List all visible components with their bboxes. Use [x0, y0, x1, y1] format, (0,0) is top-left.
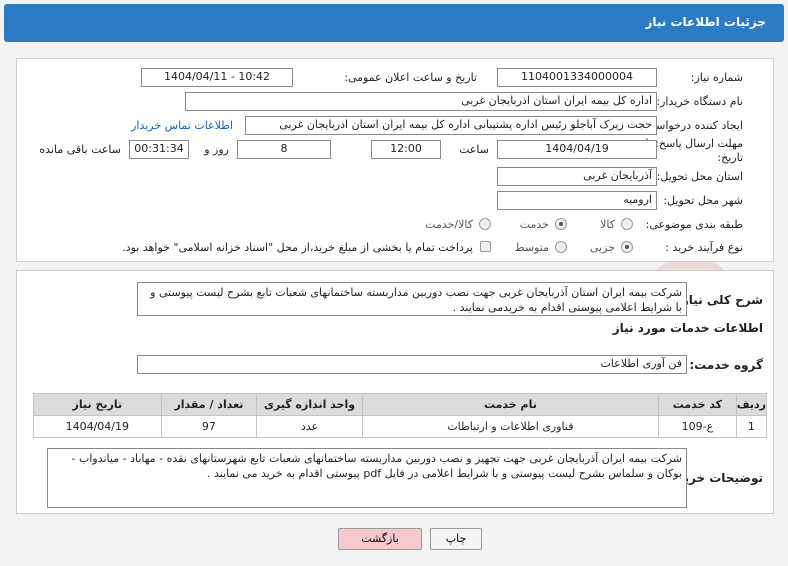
- announce-label: تاریخ و ساعت اعلان عمومی:: [344, 71, 477, 84]
- need-info-panel: شماره نیاز: 1104001334000004 تاریخ و ساع…: [16, 58, 774, 262]
- col-header-need-date: تاریخ نیاز: [33, 393, 162, 416]
- table-row: 1 ع-109 فناوری اطلاعات و ارتباطات عدد 97…: [33, 415, 768, 438]
- service-group-label: گروه خدمت:: [689, 358, 763, 372]
- days-label: روز و: [204, 143, 229, 156]
- category-radio-goods[interactable]: [621, 218, 633, 230]
- cell-unit: عدد: [256, 415, 363, 438]
- category-option-service: خدمت: [519, 218, 549, 231]
- services-table: ردیف کد خدمت نام خدمت واحد اندازه گیری ت…: [33, 393, 768, 438]
- process-radio-medium[interactable]: [555, 241, 567, 253]
- remaining-time-field[interactable]: 00:31:34: [129, 140, 189, 159]
- payment-note: پرداخت تمام یا بخشی از مبلغ خرید،از محل …: [122, 241, 473, 254]
- cell-service-code: ع-109: [658, 415, 737, 438]
- deadline-time-field[interactable]: 12:00: [371, 140, 441, 159]
- process-label: نوع فرآیند خرید :: [665, 241, 743, 254]
- need-details-panel: شرح کلی نیاز: شرکت بیمه ایران استان آذرب…: [16, 270, 774, 514]
- summary-label: شرح کلی نیاز:: [677, 293, 763, 307]
- remaining-time-label: ساعت باقی مانده: [39, 143, 121, 156]
- province-label: استان محل تحویل:: [656, 170, 743, 183]
- buyer-notes-textarea[interactable]: شرکت بیمه ایران آذربایجان غربی جهت تجهیز…: [47, 448, 687, 508]
- need-number-field[interactable]: 1104001334000004: [497, 68, 657, 87]
- announce-datetime-field[interactable]: 1404/04/11 - 10:42: [141, 68, 293, 87]
- cell-quantity: 97: [160, 415, 258, 438]
- deadline-date-field[interactable]: 1404/04/19: [497, 140, 657, 159]
- summary-textarea[interactable]: شرکت بیمه ایران استان آذربایجان غربی جهت…: [137, 282, 687, 316]
- city-label: شهر محل تحویل:: [663, 194, 743, 207]
- back-button[interactable]: بازگشت: [338, 528, 422, 550]
- category-radio-service[interactable]: [555, 218, 567, 230]
- city-field[interactable]: ارومیه: [497, 191, 657, 210]
- deadline-label: مهلت ارسال پاسخ: تا: [645, 137, 743, 150]
- category-option-goods-service: کالا/خدمت: [425, 218, 473, 231]
- process-option-medium: متوسط: [514, 241, 549, 254]
- process-option-minor: جزیی: [589, 241, 615, 254]
- need-number-label: شماره نیاز:: [690, 71, 743, 84]
- page-header: جزئیات اطلاعات نیاز: [4, 4, 784, 42]
- remaining-days-field[interactable]: 8: [237, 140, 331, 159]
- province-field[interactable]: آذربایجان غربی: [497, 167, 657, 186]
- buyer-field[interactable]: اداره کل بیمه ایران استان اذربایجان غربی: [185, 92, 657, 111]
- col-header-service-code: کد خدمت: [658, 393, 737, 416]
- cell-row-num: 1: [735, 415, 768, 438]
- services-title: اطلاعات خدمات مورد نیاز: [612, 321, 763, 335]
- category-radio-goods-service[interactable]: [479, 218, 491, 230]
- category-label: طبقه بندی موضوعی:: [645, 218, 743, 231]
- process-radio-minor[interactable]: [621, 241, 633, 253]
- deadline-time-label: ساعت: [459, 143, 489, 156]
- category-option-goods: کالا: [600, 218, 615, 231]
- col-header-row-num: ردیف: [735, 393, 768, 416]
- buyer-contact-link[interactable]: اطلاعات تماس خریدار: [131, 119, 233, 132]
- deadline-label-date: تاریخ:: [717, 151, 743, 164]
- col-header-unit: واحد اندازه گیری: [256, 393, 363, 416]
- page-title: جزئیات اطلاعات نیاز: [645, 15, 766, 29]
- table-header-row: ردیف کد خدمت نام خدمت واحد اندازه گیری ت…: [33, 393, 768, 416]
- creator-field[interactable]: حجت زیرک آباجلو رئیس اداره پشتیبانی ادار…: [245, 116, 657, 135]
- print-button[interactable]: چاپ: [430, 528, 482, 550]
- col-header-service-name: نام خدمت: [361, 393, 660, 416]
- buyer-label: نام دستگاه خریدار:: [656, 95, 743, 108]
- cell-service-name: فناوری اطلاعات و ارتباطات: [361, 415, 660, 438]
- col-header-quantity: تعداد / مقدار: [160, 393, 258, 416]
- service-group-field[interactable]: فن آوری اطلاعات: [137, 355, 687, 374]
- treasury-checkbox[interactable]: [480, 241, 491, 252]
- cell-need-date: 1404/04/19: [33, 415, 162, 438]
